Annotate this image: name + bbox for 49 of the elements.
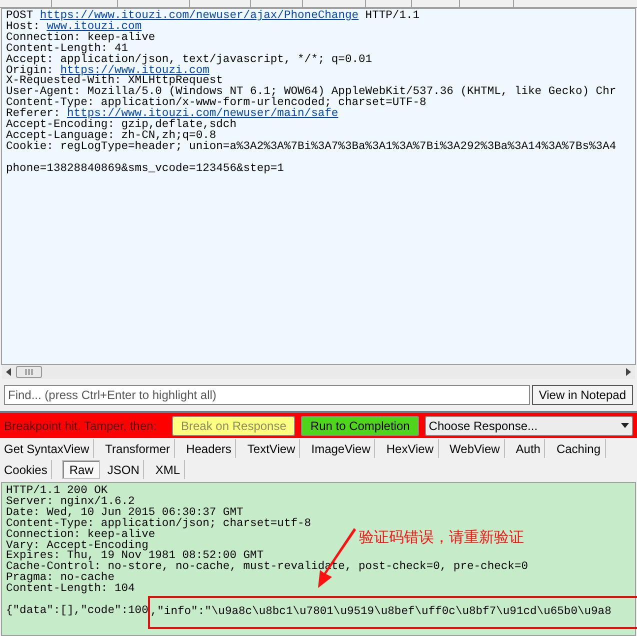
view-in-notepad-button[interactable]: View in Notepad <box>532 384 633 404</box>
code-line: phone=13828840869&sms_vcode=123456&step=1 <box>6 164 284 175</box>
code-line: Vary: Accept-Encoding <box>6 540 148 552</box>
code-text: HTTP/1.1 <box>364 11 420 22</box>
code-text: POST <box>6 11 34 22</box>
find-field[interactable]: Find... (press Ctrl+Enter to highlight all) <box>4 384 530 404</box>
view-tab[interactable]: Headers <box>182 439 236 458</box>
scroll-left-icon[interactable] <box>5 368 13 376</box>
choose-response-dropdown[interactable]: Choose Response... <box>424 416 633 436</box>
view-tab[interactable]: Transformer <box>101 439 176 458</box>
code-line: Server: nginx/1.6.2 <box>6 496 135 508</box>
code-line: Accept-Encoding: gzip,deflate,sdch <box>6 120 236 131</box>
response-text-area[interactable] <box>1 482 636 636</box>
url-link[interactable]: https://www.itouzi.com/newuser/ajax/PhoneChange <box>40 11 359 22</box>
run-to-completion-button[interactable]: Run to Completion <box>301 416 419 436</box>
view-tab[interactable]: Get SyntaxView <box>0 439 94 458</box>
scroll-right-icon[interactable] <box>624 368 632 376</box>
code-line: Date: Wed, 10 Jun 2015 06:30:37 GMT <box>6 508 244 519</box>
view-tab[interactable]: WebView <box>446 439 505 458</box>
breakpoint-message: Breakpoint hit. Tamper, then: <box>4 418 158 434</box>
code-line: Content-Type: application/json; charset=utf-8 <box>6 518 312 530</box>
scroll-thumb[interactable] <box>16 366 42 378</box>
code-line: Accept: application/json, text/javascript, */*; q=0.01 <box>6 54 372 66</box>
code-text: Referer: <box>6 109 60 120</box>
code-line: Connection: keep-alive <box>6 530 156 541</box>
code-line: Connection: keep-alive <box>6 32 156 44</box>
horizontal-scrollbar[interactable] <box>2 365 635 379</box>
code-line: Accept-Language: zh-CN,zh;q=0.8 <box>6 130 216 142</box>
view-tab[interactable]: Cookies <box>0 460 52 479</box>
annotation-label: 验证码错误，请重新验证 <box>359 528 524 548</box>
request-text-area[interactable] <box>1 8 636 365</box>
view-tab[interactable]: Caching <box>552 439 606 458</box>
code-line: Content-Length: 104 <box>6 584 135 596</box>
caret-icon <box>621 423 629 428</box>
view-tab[interactable]: JSON <box>103 460 144 479</box>
view-tab[interactable]: TextView <box>243 439 300 458</box>
code-line: Cookie: regLogType=header; union=a%3A2%3A%7Bi%3A7%3Ba%3A1%3A%7Bi%3A292%3Ba%3A14%3A%7Bs%3A4 <box>6 142 616 153</box>
code-text: Origin: <box>6 66 54 76</box>
code-text: {"data":[],"code":100 <box>6 606 148 619</box>
view-tab[interactable]: HexView <box>382 439 439 458</box>
code-line: Content-Length: 41 <box>6 44 128 55</box>
url-link[interactable]: www.itouzi.com <box>46 22 142 33</box>
view-tab[interactable]: Auth <box>512 439 546 458</box>
view-tab[interactable]: Raw <box>62 460 100 479</box>
view-tab[interactable]: XML <box>151 460 186 479</box>
code-line: HTTP/1.1 200 OK <box>6 486 108 497</box>
highlighted-text: ,"info":"\u9a8c\u8bc1\u7801\u9519\u8bef\uff0c\u8bf7\u91cd\u65b0\u9a8 <box>148 596 637 629</box>
code-text: Host: <box>6 22 40 33</box>
view-tab[interactable]: ImageView <box>307 439 376 458</box>
